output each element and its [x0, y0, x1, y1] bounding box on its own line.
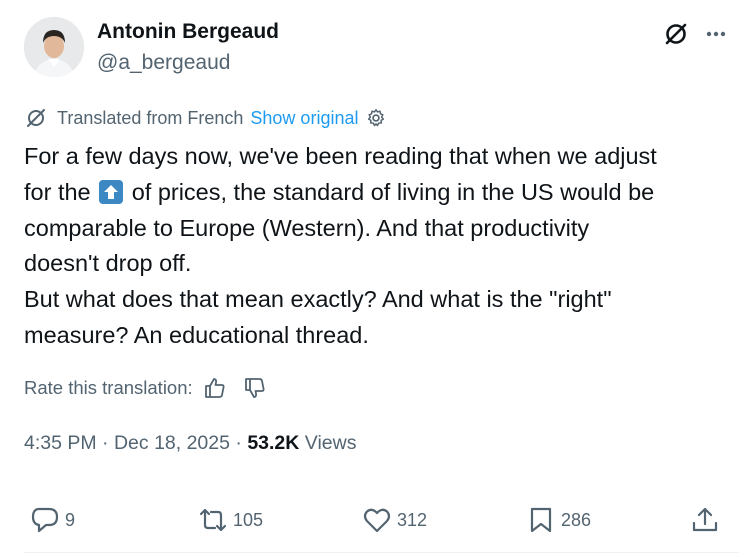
tweet-time[interactable]: 4:35 PM: [24, 432, 97, 454]
like-count: 312: [397, 509, 428, 530]
tweet-line: comparable to Europe (Western). And that…: [24, 214, 590, 241]
rate-translation: Rate this translation:: [24, 375, 283, 401]
repost-count: 105: [233, 509, 264, 530]
show-original-link[interactable]: Show original: [250, 108, 358, 129]
tweet-line: But what does that mean exactly? And wha…: [24, 286, 612, 313]
thumbs-up-icon[interactable]: [203, 376, 227, 400]
tweet-date[interactable]: Dec 18, 2025: [114, 432, 230, 454]
views-count: 53.2K: [247, 432, 300, 454]
bookmark-button[interactable]: 286: [526, 500, 591, 540]
views-label: Views: [304, 432, 357, 454]
reply-count: 9: [65, 509, 76, 530]
tweet-line: measure? An educational thread.: [24, 321, 369, 348]
grok-icon[interactable]: [662, 20, 690, 48]
repost-button[interactable]: 105: [198, 500, 263, 540]
tweet-line: for the of prices, the standard of livin…: [24, 175, 739, 211]
author-handle[interactable]: @a_bergeaud: [97, 51, 230, 75]
repost-icon: [199, 508, 227, 532]
avatar-image: [24, 17, 84, 77]
gear-icon[interactable]: [365, 107, 387, 129]
translated-from-label: Translated from French: [57, 107, 244, 128]
translation-notice: Translated from French Show original: [24, 105, 387, 131]
bookmark-count: 286: [561, 509, 592, 530]
author-name[interactable]: Antonin Bergeaud: [97, 20, 279, 44]
tweet-text-fragment: of prices, the standard of living in the…: [131, 178, 655, 205]
avatar[interactable]: [24, 17, 84, 77]
reply-icon: [31, 507, 59, 533]
like-button[interactable]: 312: [362, 500, 427, 540]
translate-icon: [27, 109, 45, 127]
tweet-line: doesn't drop off.: [24, 250, 192, 277]
reply-button[interactable]: 9: [30, 500, 75, 540]
share-icon: [692, 507, 718, 532]
rate-translation-label: Rate this translation:: [24, 377, 193, 398]
tweet-text: For a few days now, we've been reading t…: [24, 139, 739, 354]
tweet-meta: 4:35 PM · Dec 18, 2025 · 53.2K Views: [24, 432, 356, 455]
meta-separator: ·: [102, 432, 109, 454]
thumbs-down-icon[interactable]: [243, 376, 267, 400]
more-icon[interactable]: [700, 20, 732, 48]
bookmark-icon: [530, 507, 552, 533]
divider: [24, 552, 739, 553]
action-bar: 9 105 312 286: [0, 500, 753, 540]
tweet-line: For a few days now, we've been reading t…: [24, 143, 657, 169]
share-button[interactable]: [690, 500, 720, 540]
meta-separator: ·: [235, 432, 242, 454]
up-arrow-emoji-icon: [99, 179, 124, 204]
heart-icon: [363, 508, 391, 533]
tweet-text-fragment: for the: [24, 178, 91, 205]
